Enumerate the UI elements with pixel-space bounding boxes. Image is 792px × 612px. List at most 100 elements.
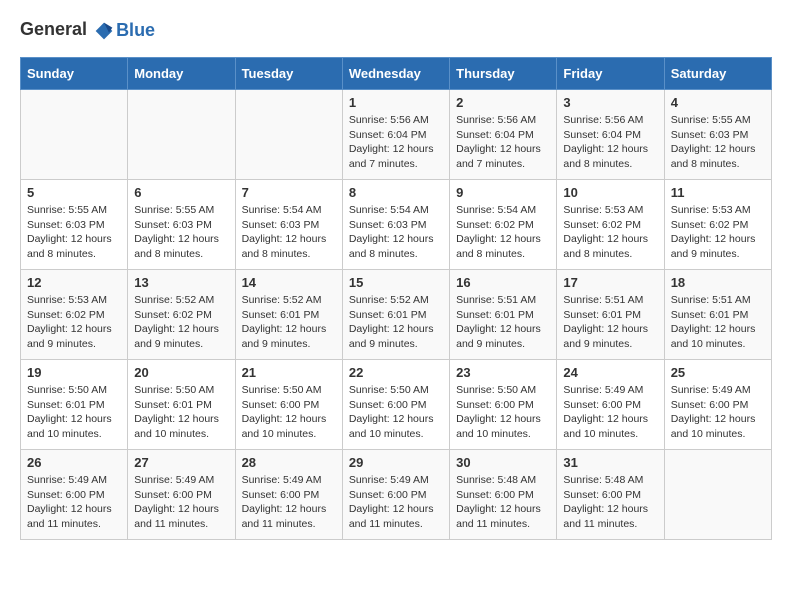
logo: General Blue bbox=[20, 20, 155, 41]
calendar-cell: 29 Sunrise: 5:49 AM Sunset: 6:00 PM Dayli… bbox=[342, 450, 449, 540]
day-number: 5 bbox=[27, 185, 121, 200]
calendar-cell: 10 Sunrise: 5:53 AM Sunset: 6:02 PM Dayli… bbox=[557, 180, 664, 270]
calendar-cell: 1Sunrise: 5:56 AM Sunset: 6:04 PM Daylig… bbox=[342, 90, 449, 180]
calendar-cell: 13Sunrise: 5:52 AM Sunset: 6:02 PM Dayli… bbox=[128, 270, 235, 360]
day-number: 14 bbox=[242, 275, 336, 290]
cell-content: Sunrise: 5:51 AM Sunset: 6:01 PM Dayligh… bbox=[671, 293, 765, 352]
cell-content: Sunrise: 5:55 AM Sunset: 6:03 PM Dayligh… bbox=[27, 203, 121, 262]
cell-content: Sunrise: 5:54 AM Sunset: 6:02 PM Dayligh… bbox=[456, 203, 550, 262]
day-number: 22 bbox=[349, 365, 443, 380]
day-number: 7 bbox=[242, 185, 336, 200]
cell-content: Sunrise: 5:53 AM Sunset: 6:02 PM Dayligh… bbox=[671, 203, 765, 262]
weekday-header-thursday: Thursday bbox=[450, 58, 557, 90]
weekday-header-monday: Monday bbox=[128, 58, 235, 90]
day-number: 10 bbox=[563, 185, 657, 200]
calendar-week-3: 12 Sunrise: 5:53 AM Sunset: 6:02 PM Dayli… bbox=[21, 270, 772, 360]
weekday-header-wednesday: Wednesday bbox=[342, 58, 449, 90]
day-number: 4 bbox=[671, 95, 765, 110]
calendar-cell: 15 Sunrise: 5:52 AM Sunset: 6:01 PM Dayli… bbox=[342, 270, 449, 360]
day-number: 31 bbox=[563, 455, 657, 470]
cell-content: Sunrise: 5:49 AM Sunset: 6:00 PM Dayligh… bbox=[671, 383, 765, 442]
calendar-cell: 28 Sunrise: 5:49 AM Sunset: 6:00 PM Dayli… bbox=[235, 450, 342, 540]
logo-blue: Blue bbox=[116, 20, 155, 41]
cell-content: Sunrise: 5:48 AM Sunset: 6:00 PM Dayligh… bbox=[563, 473, 657, 532]
cell-content: Sunrise: 5:52 AM Sunset: 6:01 PM Dayligh… bbox=[242, 293, 336, 352]
calendar-cell: 18 Sunrise: 5:51 AM Sunset: 6:01 PM Dayli… bbox=[664, 270, 771, 360]
cell-content: Sunrise: 5:55 AM Sunset: 6:03 PM Dayligh… bbox=[671, 113, 765, 172]
cell-content: Sunrise: 5:49 AM Sunset: 6:00 PM Dayligh… bbox=[134, 473, 228, 532]
calendar-cell bbox=[128, 90, 235, 180]
calendar-cell: 22 Sunrise: 5:50 AM Sunset: 6:00 PM Dayli… bbox=[342, 360, 449, 450]
cell-content: Sunrise: 5:49 AM Sunset: 6:00 PM Dayligh… bbox=[349, 473, 443, 532]
calendar-cell: 11 Sunrise: 5:53 AM Sunset: 6:02 PM Dayli… bbox=[664, 180, 771, 270]
page-header: General Blue bbox=[20, 20, 772, 41]
day-number: 11 bbox=[671, 185, 765, 200]
weekday-header-friday: Friday bbox=[557, 58, 664, 90]
day-number: 28 bbox=[242, 455, 336, 470]
day-number: 20 bbox=[134, 365, 228, 380]
cell-content: Sunrise: 5:56 AM Sunset: 6:04 PM Dayligh… bbox=[349, 113, 443, 172]
cell-content: Sunrise: 5:56 AM Sunset: 6:04 PM Dayligh… bbox=[456, 113, 550, 172]
day-number: 15 bbox=[349, 275, 443, 290]
cell-content: Sunrise: 5:49 AM Sunset: 6:00 PM Dayligh… bbox=[242, 473, 336, 532]
calendar-cell: 25 Sunrise: 5:49 AM Sunset: 6:00 PM Dayli… bbox=[664, 360, 771, 450]
calendar-cell: 16 Sunrise: 5:51 AM Sunset: 6:01 PM Dayli… bbox=[450, 270, 557, 360]
cell-content: Sunrise: 5:50 AM Sunset: 6:01 PM Dayligh… bbox=[134, 383, 228, 442]
calendar-cell bbox=[21, 90, 128, 180]
day-number: 8 bbox=[349, 185, 443, 200]
cell-content: Sunrise: 5:53 AM Sunset: 6:02 PM Dayligh… bbox=[563, 203, 657, 262]
day-number: 2 bbox=[456, 95, 550, 110]
cell-content: Sunrise: 5:49 AM Sunset: 6:00 PM Dayligh… bbox=[27, 473, 121, 532]
cell-content: Sunrise: 5:50 AM Sunset: 6:00 PM Dayligh… bbox=[242, 383, 336, 442]
calendar-week-2: 5 Sunrise: 5:55 AM Sunset: 6:03 PM Daylig… bbox=[21, 180, 772, 270]
day-number: 24 bbox=[563, 365, 657, 380]
calendar-cell: 24 Sunrise: 5:49 AM Sunset: 6:00 PM Dayli… bbox=[557, 360, 664, 450]
calendar-cell: 7Sunrise: 5:54 AM Sunset: 6:03 PM Daylig… bbox=[235, 180, 342, 270]
day-number: 16 bbox=[456, 275, 550, 290]
day-number: 3 bbox=[563, 95, 657, 110]
cell-content: Sunrise: 5:51 AM Sunset: 6:01 PM Dayligh… bbox=[563, 293, 657, 352]
cell-content: Sunrise: 5:55 AM Sunset: 6:03 PM Dayligh… bbox=[134, 203, 228, 262]
calendar-week-1: 1Sunrise: 5:56 AM Sunset: 6:04 PM Daylig… bbox=[21, 90, 772, 180]
cell-content: Sunrise: 5:52 AM Sunset: 6:01 PM Dayligh… bbox=[349, 293, 443, 352]
cell-content: Sunrise: 5:50 AM Sunset: 6:00 PM Dayligh… bbox=[456, 383, 550, 442]
day-number: 23 bbox=[456, 365, 550, 380]
cell-content: Sunrise: 5:50 AM Sunset: 6:01 PM Dayligh… bbox=[27, 383, 121, 442]
calendar-cell bbox=[664, 450, 771, 540]
day-number: 27 bbox=[134, 455, 228, 470]
calendar-cell: 12 Sunrise: 5:53 AM Sunset: 6:02 PM Dayli… bbox=[21, 270, 128, 360]
cell-content: Sunrise: 5:51 AM Sunset: 6:01 PM Dayligh… bbox=[456, 293, 550, 352]
calendar-week-4: 19Sunrise: 5:50 AM Sunset: 6:01 PM Dayli… bbox=[21, 360, 772, 450]
cell-content: Sunrise: 5:52 AM Sunset: 6:02 PM Dayligh… bbox=[134, 293, 228, 352]
cell-content: Sunrise: 5:53 AM Sunset: 6:02 PM Dayligh… bbox=[27, 293, 121, 352]
calendar-table: SundayMondayTuesdayWednesdayThursdayFrid… bbox=[20, 57, 772, 540]
calendar-cell bbox=[235, 90, 342, 180]
day-number: 29 bbox=[349, 455, 443, 470]
day-number: 21 bbox=[242, 365, 336, 380]
calendar-cell: 31 Sunrise: 5:48 AM Sunset: 6:00 PM Dayli… bbox=[557, 450, 664, 540]
calendar-week-5: 26 Sunrise: 5:49 AM Sunset: 6:00 PM Dayli… bbox=[21, 450, 772, 540]
calendar-cell: 26 Sunrise: 5:49 AM Sunset: 6:00 PM Dayli… bbox=[21, 450, 128, 540]
calendar-cell: 27 Sunrise: 5:49 AM Sunset: 6:00 PM Dayli… bbox=[128, 450, 235, 540]
calendar-cell: 17 Sunrise: 5:51 AM Sunset: 6:01 PM Dayli… bbox=[557, 270, 664, 360]
day-number: 25 bbox=[671, 365, 765, 380]
day-number: 18 bbox=[671, 275, 765, 290]
day-number: 26 bbox=[27, 455, 121, 470]
weekday-header-tuesday: Tuesday bbox=[235, 58, 342, 90]
day-number: 12 bbox=[27, 275, 121, 290]
day-number: 9 bbox=[456, 185, 550, 200]
day-number: 6 bbox=[134, 185, 228, 200]
calendar-cell: 20 Sunrise: 5:50 AM Sunset: 6:01 PM Dayli… bbox=[128, 360, 235, 450]
calendar-cell: 19Sunrise: 5:50 AM Sunset: 6:01 PM Dayli… bbox=[21, 360, 128, 450]
calendar-cell: 30 Sunrise: 5:48 AM Sunset: 6:00 PM Dayli… bbox=[450, 450, 557, 540]
calendar-cell: 6 Sunrise: 5:55 AM Sunset: 6:03 PM Daylig… bbox=[128, 180, 235, 270]
calendar-cell: 9 Sunrise: 5:54 AM Sunset: 6:02 PM Daylig… bbox=[450, 180, 557, 270]
calendar-cell: 4 Sunrise: 5:55 AM Sunset: 6:03 PM Daylig… bbox=[664, 90, 771, 180]
calendar-cell: 5 Sunrise: 5:55 AM Sunset: 6:03 PM Daylig… bbox=[21, 180, 128, 270]
calendar-cell: 23 Sunrise: 5:50 AM Sunset: 6:00 PM Dayli… bbox=[450, 360, 557, 450]
cell-content: Sunrise: 5:50 AM Sunset: 6:00 PM Dayligh… bbox=[349, 383, 443, 442]
day-number: 17 bbox=[563, 275, 657, 290]
cell-content: Sunrise: 5:48 AM Sunset: 6:00 PM Dayligh… bbox=[456, 473, 550, 532]
cell-content: Sunrise: 5:49 AM Sunset: 6:00 PM Dayligh… bbox=[563, 383, 657, 442]
day-number: 30 bbox=[456, 455, 550, 470]
